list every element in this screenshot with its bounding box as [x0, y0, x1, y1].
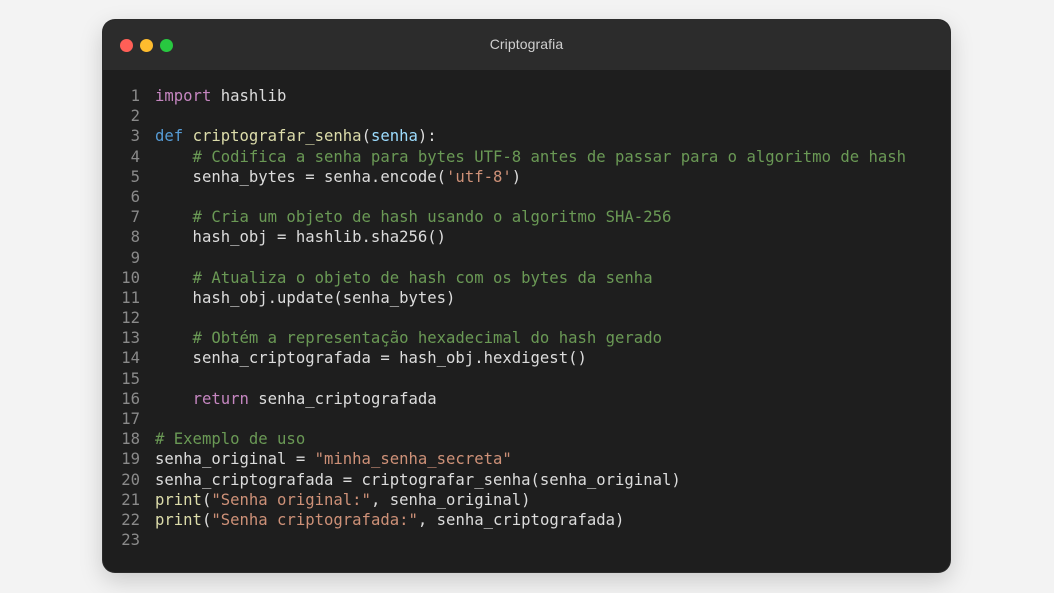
line-source: # Codifica a senha para bytes UTF-8 ante…: [155, 147, 907, 167]
line-number: 19: [121, 450, 140, 469]
code-line[interactable]: 4 # Codifica a senha para bytes UTF-8 an…: [103, 147, 950, 167]
code-token-kw: import: [155, 87, 212, 105]
code-line[interactable]: 10 # Atualiza o objeto de hash com os by…: [103, 268, 950, 288]
line-number: 17: [121, 410, 140, 428]
code-token-str: "Senha original:": [211, 490, 371, 509]
line-source: return senha_criptografada: [155, 389, 437, 409]
line-source: # Atualiza o objeto de hash com os bytes…: [155, 268, 653, 288]
line-source: import hashlib: [155, 86, 286, 106]
line-number: 20: [121, 470, 140, 489]
code-token-def: def: [155, 127, 184, 146]
line-number: 21: [121, 490, 140, 509]
code-token-plain: senha_bytes = senha.encode(: [155, 167, 447, 186]
code-token-plain: hashlib: [211, 87, 287, 105]
code-line[interactable]: 5 senha_bytes = senha.encode('utf-8'): [103, 167, 950, 187]
line-number: 8: [130, 228, 140, 247]
line-number: 15: [121, 369, 140, 388]
code-line[interactable]: 19 senha_original = "minha_senha_secreta": [103, 449, 950, 469]
code-line[interactable]: 20 senha_criptografada = criptografar_sen…: [103, 470, 950, 490]
code-token-plain: hash_obj = hashlib.sha256(): [155, 228, 447, 247]
code-token-plain: , senha_criptografada): [417, 510, 625, 529]
line-source: senha_bytes = senha.encode('utf-8'): [155, 167, 522, 187]
line-number: 7: [130, 208, 140, 227]
line-number: 2: [130, 107, 140, 126]
line-number: 13: [121, 329, 140, 348]
code-token-plain: ):: [417, 127, 437, 146]
line-number: 6: [130, 187, 140, 206]
code-token-fn: criptografar_senha: [192, 127, 362, 146]
line-number: 5: [130, 167, 140, 186]
code-token-kw: return: [192, 389, 249, 408]
line-number: 9: [130, 248, 140, 267]
code-line[interactable]: 21 print("Senha original:", senha_origina…: [103, 490, 950, 510]
line-source: hash_obj = hashlib.sha256(): [155, 227, 447, 247]
code-line[interactable]: 12: [103, 308, 950, 328]
line-source: print("Senha criptografada:", senha_crip…: [155, 510, 624, 530]
code-token-com: # Cria um objeto de hash usando o algori…: [155, 208, 672, 227]
code-line[interactable]: 7 # Cria um objeto de hash usando o algo…: [103, 207, 950, 227]
line-source: senha_criptografada = criptografar_senha…: [155, 470, 681, 490]
line-source: # Cria um objeto de hash usando o algori…: [155, 207, 672, 227]
code-line[interactable]: 3 def criptografar_senha(senha):: [103, 126, 950, 146]
code-token-param: senha: [370, 127, 418, 146]
line-number: 11: [121, 288, 140, 307]
title-bar[interactable]: Criptografia: [103, 20, 950, 70]
code-token-com: # Codifica a senha para bytes UTF-8 ante…: [155, 147, 907, 166]
line-source: hash_obj.update(senha_bytes): [155, 288, 456, 308]
code-token-com: # Atualiza o objeto de hash com os bytes…: [155, 268, 653, 287]
code-line[interactable]: 13 # Obtém a representação hexadecimal d…: [103, 328, 950, 348]
code-token-str: "minha_senha_secreta": [314, 450, 512, 469]
code-line[interactable]: 22 print("Senha criptografada:", senha_cr…: [103, 510, 950, 530]
line-number: 22: [121, 510, 140, 529]
code-line[interactable]: 1 import hashlib: [103, 86, 950, 106]
line-source: senha_original = "minha_senha_secreta": [155, 449, 512, 469]
code-token-fn: print: [155, 510, 202, 529]
line-number: 4: [130, 147, 140, 166]
code-token-plain: (: [361, 127, 371, 146]
code-token-plain: senha_original =: [155, 450, 315, 469]
code-line[interactable]: 18 # Exemplo de uso: [103, 429, 950, 449]
line-number: 12: [121, 309, 140, 328]
line-number: 1: [130, 87, 140, 105]
code-token-plain: senha_criptografada: [248, 389, 437, 408]
code-token-plain: senha_criptografada = criptografar_senha…: [155, 470, 681, 489]
code-editor[interactable]: 1 import hashlib 2 3 def criptografar_senha(…: [103, 86, 950, 572]
code-line[interactable]: 17: [103, 409, 950, 429]
line-source: print("Senha original:", senha_original): [155, 490, 531, 510]
line-number: 23: [121, 531, 140, 550]
line-number: 16: [121, 389, 140, 408]
line-source: def criptografar_senha(senha):: [155, 126, 437, 146]
window-title: Criptografia: [489, 36, 564, 52]
line-number: 14: [121, 349, 140, 368]
line-number: 18: [121, 430, 140, 449]
code-token-str: "Senha criptografada:": [211, 510, 418, 529]
code-token-plain: senha_criptografada = hash_obj.hexdigest…: [155, 349, 587, 368]
code-token-plain: (: [201, 510, 212, 529]
line-number: 3: [130, 127, 140, 146]
code-token-com: # Obtém a representação hexadecimal do h…: [155, 329, 662, 348]
code-line[interactable]: 14 senha_criptografada = hash_obj.hexdig…: [103, 348, 950, 368]
code-line[interactable]: 6: [103, 187, 950, 207]
code-token-plain: , senha_original): [370, 490, 531, 509]
line-source: # Exemplo de uso: [155, 429, 305, 449]
code-line[interactable]: 9: [103, 248, 950, 268]
code-line[interactable]: 2: [103, 106, 950, 126]
code-line[interactable]: 11 hash_obj.update(senha_bytes): [103, 288, 950, 308]
line-number: 10: [121, 268, 140, 287]
code-token-plain: (: [201, 490, 212, 509]
code-line[interactable]: 16 return senha_criptografada: [103, 389, 950, 409]
code-window: Criptografia 1 import hashlib 2 3 def cripto…: [103, 20, 950, 572]
line-source: senha_criptografada = hash_obj.hexdigest…: [155, 348, 587, 368]
code-token-plain: ): [511, 167, 522, 186]
code-line[interactable]: 8 hash_obj = hashlib.sha256(): [103, 227, 950, 247]
code-token-com: # Exemplo de uso: [155, 430, 306, 449]
code-token-plain: hash_obj.update(senha_bytes): [155, 288, 456, 307]
code-token-str: 'utf-8': [446, 167, 512, 186]
code-token-fn: print: [155, 490, 202, 509]
code-line[interactable]: 15: [103, 369, 950, 389]
line-source: # Obtém a representação hexadecimal do h…: [155, 328, 662, 348]
code-line[interactable]: 23: [103, 530, 950, 550]
